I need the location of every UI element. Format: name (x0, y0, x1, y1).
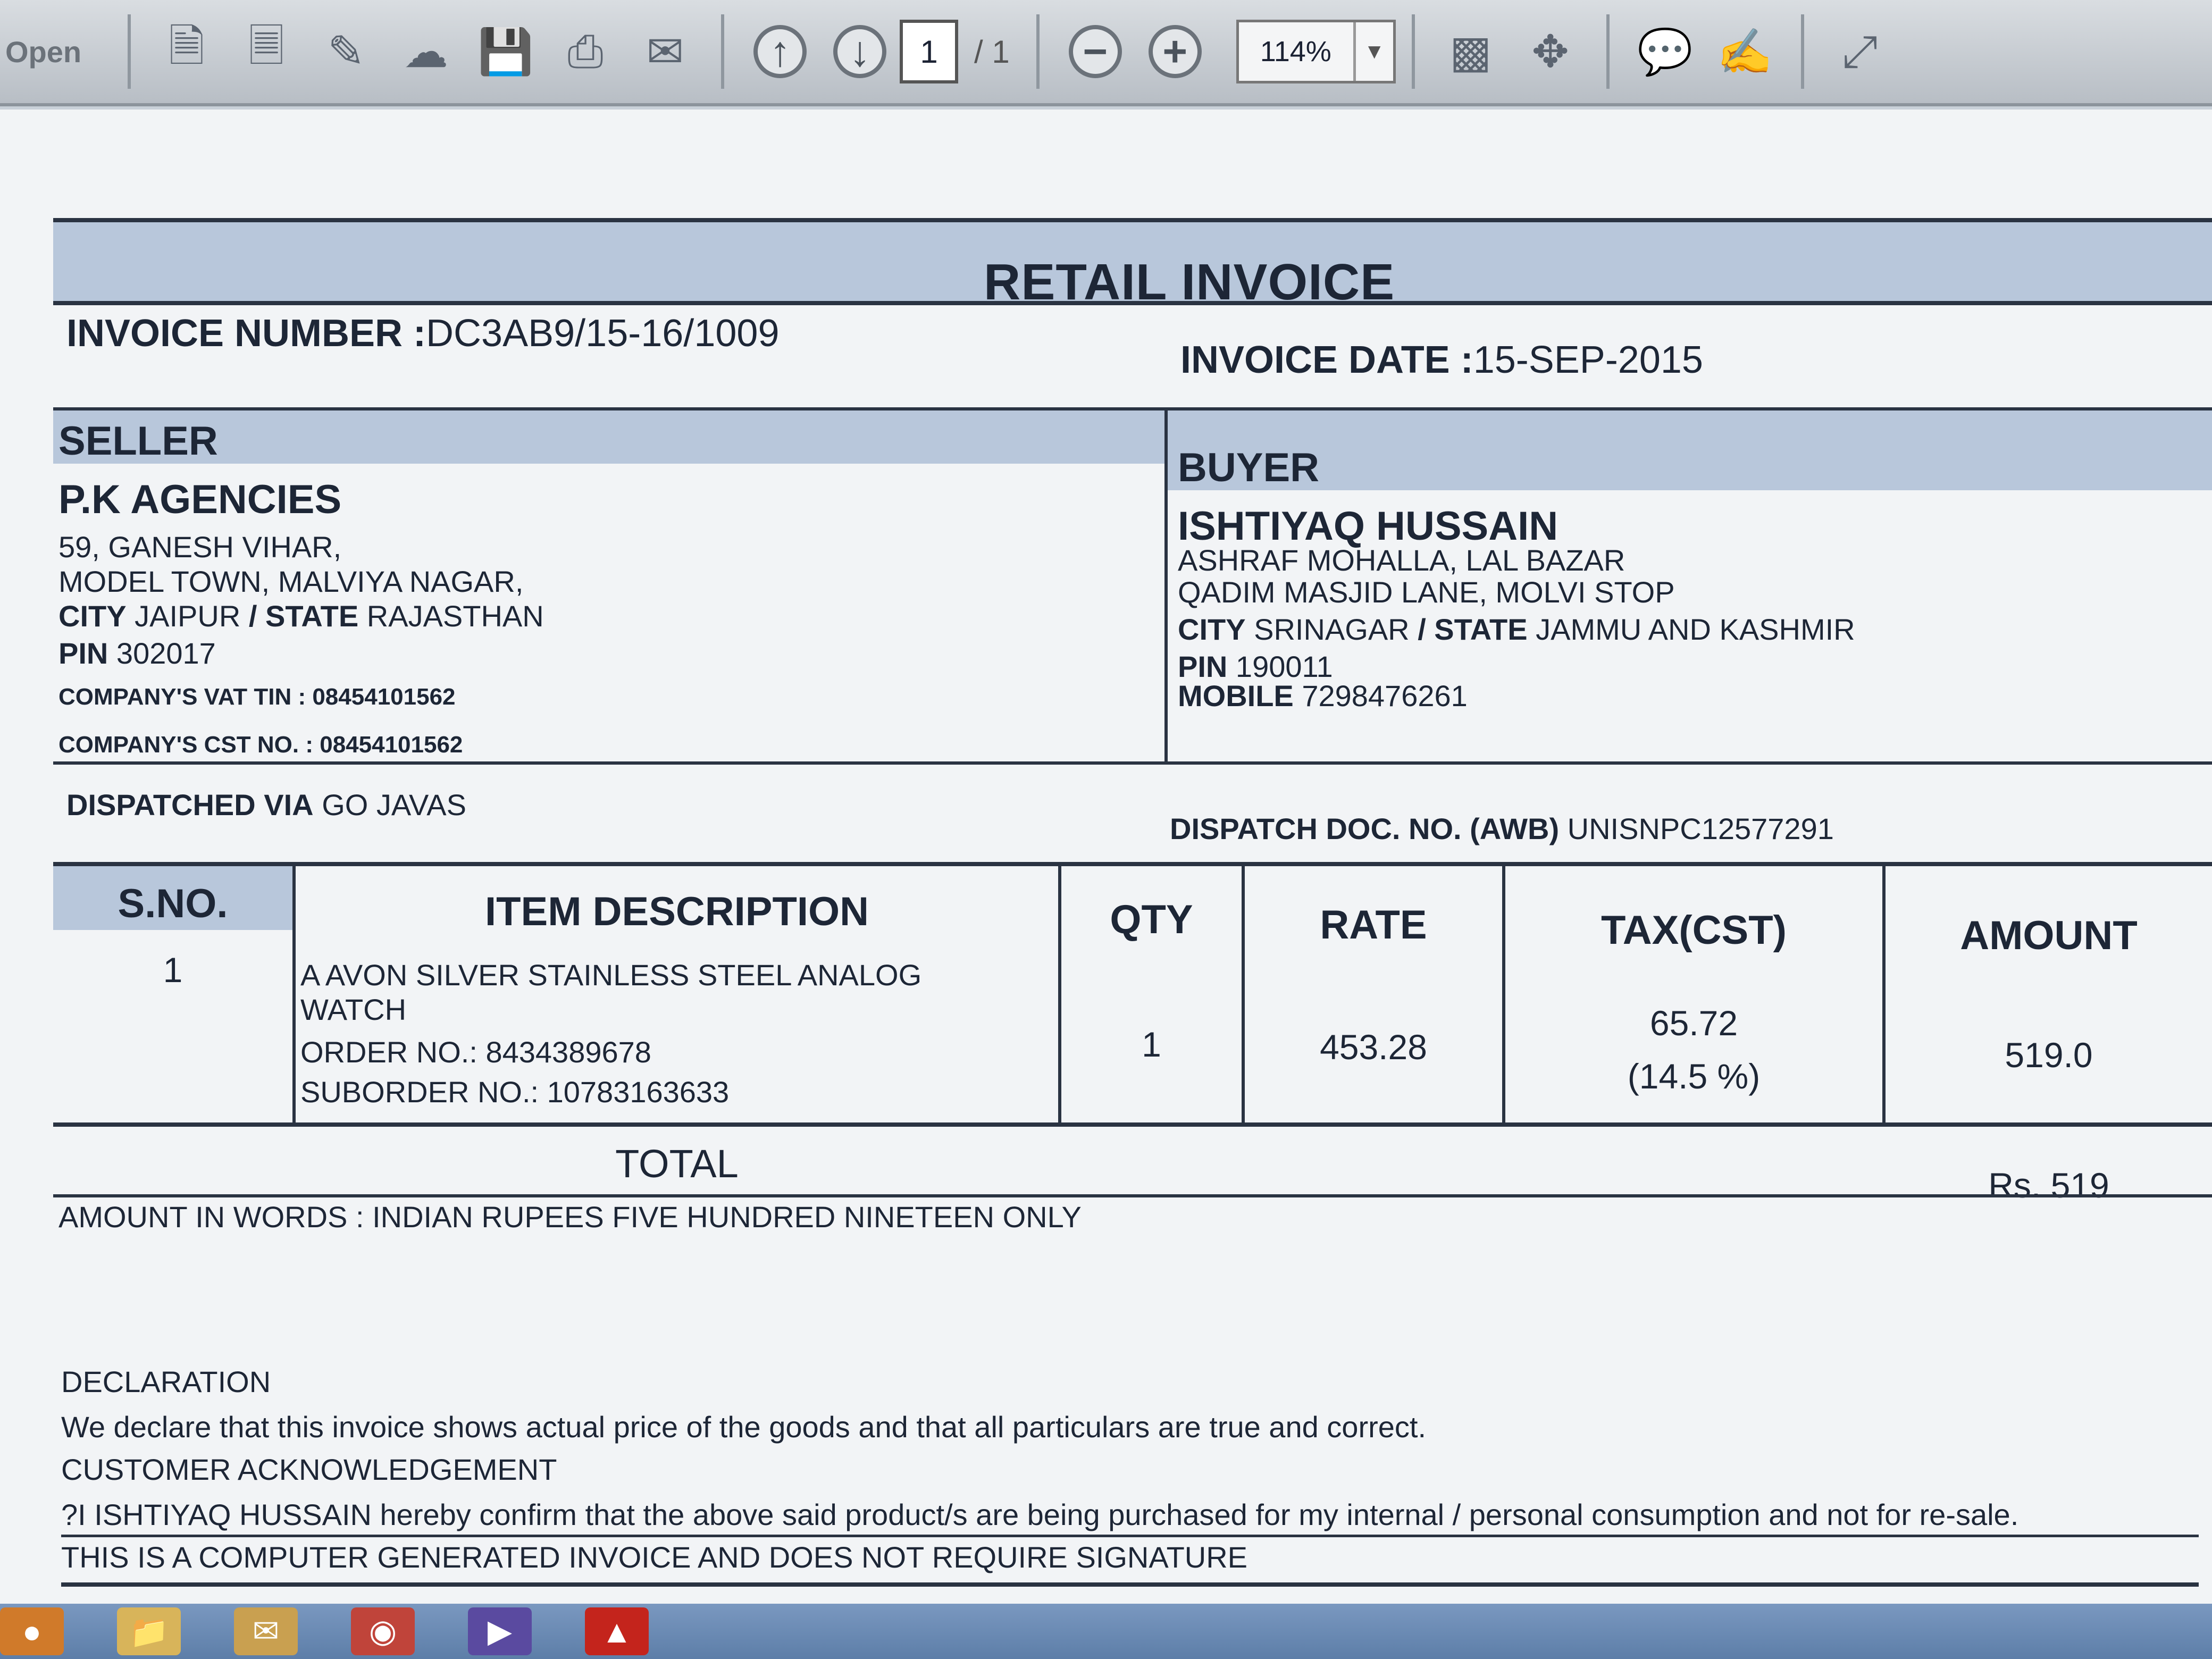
seller-city-state: CITY JAIPUR / STATE RAJASTHAN (58, 599, 544, 633)
invoice-number: INVOICE NUMBER :DC3AB9/15-16/1009 (66, 312, 779, 355)
invoice-date-value: 15-SEP-2015 (1473, 339, 1703, 381)
chevron-down-icon[interactable]: ▼ (1353, 22, 1393, 81)
email-icon[interactable]: ✉ (636, 20, 694, 83)
buyer-city-state: CITY SRINAGAR / STATE JAMMU AND KASHMIR (1178, 613, 1855, 646)
toolbar-separator (1800, 14, 1804, 89)
column-header-amount: AMOUNT (1960, 913, 2138, 958)
divider (61, 1535, 2199, 1537)
pdf-toolbar: Open 🗎 🗏 ✎ ☁ 💾 ⎙ ✉ ↑ ↓ 1 / 1 − + 114% ▼ … (0, 0, 2212, 106)
toolbar-separator (721, 14, 724, 89)
folder-icon[interactable]: 📁 (117, 1607, 181, 1655)
fullscreen-icon[interactable]: ⤢ (1831, 20, 1889, 83)
save-icon[interactable]: 💾 (476, 20, 535, 83)
zoom-select[interactable]: 114% ▼ (1236, 20, 1396, 83)
column-header-rate: RATE (1320, 902, 1427, 948)
browser-icon[interactable]: ● (0, 1607, 64, 1655)
buyer-name: ISHTIYAQ HUSSAIN (1178, 504, 1559, 549)
create-pdf-icon[interactable]: 🗎 (157, 20, 216, 83)
total-value: Rs. 519 (1988, 1166, 2109, 1205)
column-header-qty: QTY (1110, 897, 1193, 942)
zoom-in-icon[interactable]: + (1148, 25, 1202, 78)
row-tax: 65.72 (1649, 1003, 1738, 1043)
toolbar-separator (1606, 14, 1610, 89)
zoom-out-icon[interactable]: − (1068, 25, 1122, 78)
chrome-icon[interactable]: ◉ (351, 1607, 415, 1655)
footer-note: THIS IS A COMPUTER GENERATED INVOICE AND… (61, 1540, 1248, 1574)
invoice-document: RETAIL INVOICE INVOICE NUMBER :DC3AB9/15… (0, 110, 2212, 1604)
invoice-number-label: INVOICE NUMBER : (66, 312, 426, 355)
zoom-value: 114% (1260, 36, 1331, 68)
column-header-tax: TAX(CST) (1601, 908, 1787, 953)
seller-cst-no: COMPANY'S CST NO. : 08454101562 (58, 732, 463, 758)
invoice-title: RETAIL INVOICE (984, 254, 1395, 311)
column-header-sno: S.NO. (118, 881, 228, 926)
row-qty: 1 (1142, 1025, 1161, 1064)
table-top-border (53, 862, 2212, 866)
fit-page-icon[interactable]: ▩ (1442, 20, 1500, 83)
divider (53, 761, 2212, 765)
invoice-number-value: DC3AB9/15-16/1009 (426, 312, 780, 355)
previous-page-icon[interactable]: ↑ (753, 25, 807, 78)
fit-width-icon[interactable]: ✥ (1521, 20, 1580, 83)
table-bottom-border (53, 1122, 2212, 1127)
invoice-date-label: INVOICE DATE : (1180, 339, 1473, 381)
row-description-line1: A AVON SILVER STAINLESS STEEL ANALOG (300, 958, 922, 992)
row-suborder-number: SUBORDER NO.: 10783163633 (300, 1075, 730, 1109)
dispatched-via: DISPATCHED VIA GO JAVAS (66, 788, 466, 822)
column-header-item-description: ITEM DESCRIPTION (484, 889, 869, 934)
buyer-header-band (1168, 410, 2212, 490)
divider (61, 1582, 2199, 1587)
highlight-icon[interactable]: ✍ (1716, 20, 1774, 83)
row-amount: 519.0 (2005, 1035, 2093, 1075)
acknowledgement-heading: CUSTOMER ACKNOWLEDGEMENT (61, 1453, 557, 1486)
buyer-address-line2: QADIM MASJID LANE, MOLVI STOP (1178, 575, 1675, 609)
edit-document-icon[interactable]: ✎ (317, 20, 375, 83)
row-sno: 1 (163, 950, 183, 990)
buyer-mobile: MOBILE 7298476261 (1178, 679, 1468, 713)
media-icon[interactable]: ▶ (468, 1607, 532, 1655)
taskbar: ● 📁 ✉ ◉ ▶ ▲ (0, 1604, 2212, 1659)
amount-in-words: AMOUNT IN WORDS : INDIAN RUPEES FIVE HUN… (58, 1200, 1082, 1234)
divider (53, 1194, 2212, 1197)
buyer-address-line1: ASHRAF MOHALLA, LAL BAZAR (1178, 543, 1626, 577)
row-order-number: ORDER NO.: 8434389678 (300, 1035, 651, 1069)
divider (53, 218, 2212, 222)
seller-pin: PIN 302017 (58, 636, 216, 670)
page-number-input[interactable]: 1 (900, 20, 958, 83)
comment-icon[interactable]: 💬 (1636, 20, 1695, 83)
acknowledgement-text: ?I ISHTIYAQ HUSSAIN hereby confirm that … (61, 1498, 2019, 1531)
seller-header-band (53, 410, 1164, 464)
row-description-line2: WATCH (300, 993, 407, 1026)
page-total: / 1 (974, 33, 1010, 70)
total-label: TOTAL (615, 1142, 739, 1186)
seller-heading: SELLER (58, 418, 218, 464)
cloud-upload-icon[interactable]: ☁ (397, 20, 455, 83)
toolbar-separator (128, 14, 131, 89)
seller-vat-tin: COMPANY'S VAT TIN : 08454101562 (58, 684, 456, 710)
toolbar-separator (1411, 14, 1415, 89)
declaration-heading: DECLARATION (61, 1365, 271, 1398)
acrobat-icon[interactable]: ▲ (585, 1607, 649, 1655)
seller-name: P.K AGENCIES (58, 477, 342, 522)
column-divider (1882, 866, 1886, 1122)
row-rate: 453.28 (1320, 1027, 1427, 1067)
toolbar-separator (1036, 14, 1040, 89)
column-divider (1164, 410, 1168, 761)
print-icon[interactable]: ⎙ (556, 20, 615, 83)
mail-icon[interactable]: ✉ (234, 1607, 298, 1655)
dispatch-doc-number: DISPATCH DOC. NO. (AWB) UNISNPC12577291 (1170, 812, 1834, 845)
invoice-date: INVOICE DATE :15-SEP-2015 (1180, 338, 1703, 382)
row-tax-rate: (14.5 %) (1627, 1057, 1761, 1096)
buyer-heading: BUYER (1178, 445, 1320, 490)
open-button[interactable]: Open (0, 35, 112, 69)
next-page-icon[interactable]: ↓ (833, 25, 886, 78)
seller-address-line1: 59, GANESH VIHAR, (58, 530, 342, 564)
seller-address-line2: MODEL TOWN, MALVIYA NAGAR, (58, 565, 524, 598)
export-icon[interactable]: 🗏 (237, 20, 296, 83)
declaration-text: We declare that this invoice shows actua… (61, 1410, 1427, 1444)
